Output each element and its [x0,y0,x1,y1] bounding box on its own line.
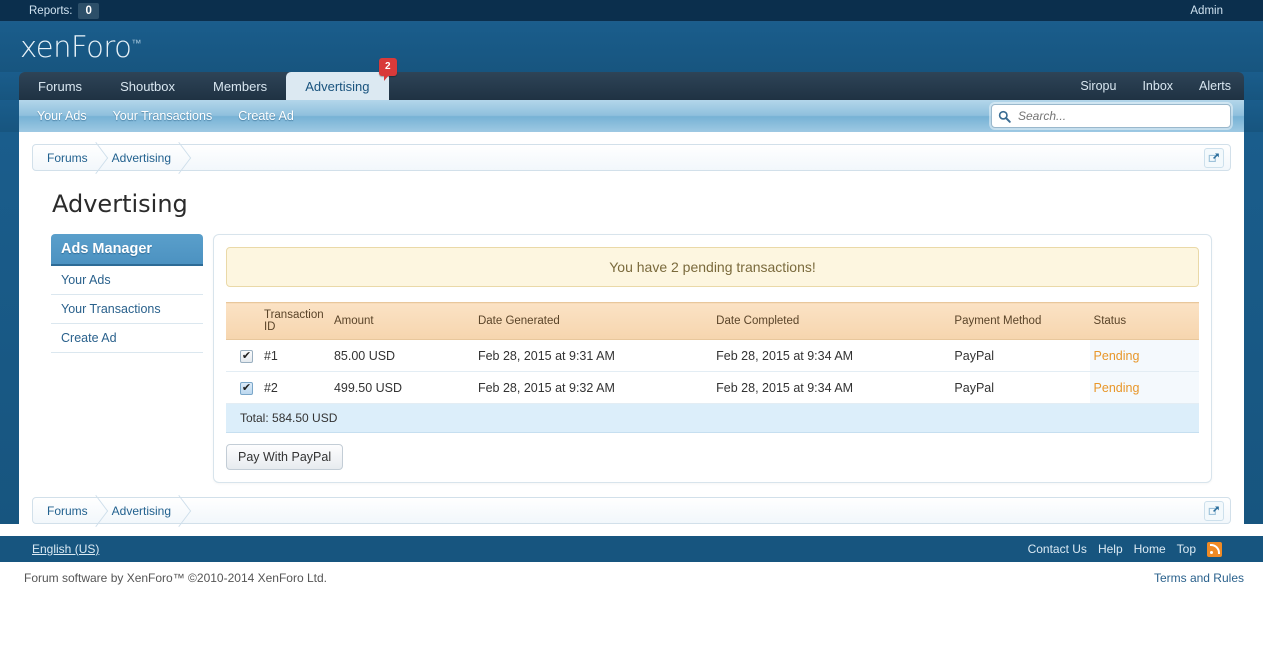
sidebar: Ads Manager Your Ads Your Transactions C… [51,234,203,353]
sidebar-item-create-ad[interactable]: Create Ad [51,324,203,353]
main-row: Ads Manager Your Ads Your Transactions C… [32,234,1231,483]
th-status: Status [1089,302,1199,340]
nav-tab-label: Shoutbox [120,78,175,94]
cell-date-completed: Feb 28, 2015 at 9:34 AM [712,371,951,404]
nav-tab-shoutbox[interactable]: Shoutbox [101,72,194,100]
table-total-row: Total: 584.50 USD [226,403,1199,433]
sidebar-heading: Ads Manager [51,234,203,266]
table-row: ✔ #2 499.50 USD Feb 28, 2015 at 9:32 AM … [226,371,1199,404]
nav-tab-siropu[interactable]: Siropu [1067,72,1129,100]
admin-link[interactable]: Admin [1190,5,1245,17]
cell-date-completed: Feb 28, 2015 at 9:34 AM [712,339,951,372]
cell-transaction-id: #1 [259,339,330,372]
cell-date-generated: Feb 28, 2015 at 9:31 AM [473,339,713,372]
sub-nav: Your Ads Your Transactions Create Ad [19,100,1244,132]
table-body: ✔ #1 85.00 USD Feb 28, 2015 at 9:31 AM F… [226,339,1199,433]
rss-icon[interactable] [1207,541,1222,557]
footer-link-help[interactable]: Help [1098,542,1123,556]
footer-bar: English (US) Contact Us Help Home Top [0,536,1263,562]
sub-nav-wrapper: Your Ads Your Transactions Create Ad [0,100,1263,132]
subnav-item-your-transactions[interactable]: Your Transactions [113,109,213,123]
nav-tab-label: Members [213,78,268,94]
sidebar-item-your-ads[interactable]: Your Ads [51,266,203,295]
th-transaction-id: Transaction ID [259,302,330,340]
row-select-cell[interactable]: ✔ [226,371,260,404]
footer-link-home[interactable]: Home [1134,542,1166,556]
page-title: Advertising [52,190,188,218]
nav-tab-label: Forums [38,78,83,94]
th-payment-method: Payment Method [950,302,1090,340]
cell-status: Pending [1089,371,1199,404]
footer-link-contact-us[interactable]: Contact Us [1028,542,1087,556]
external-link-icon [1208,506,1219,515]
sidebar-item-your-transactions[interactable]: Your Transactions [51,295,203,324]
external-link-icon [1208,153,1219,162]
nav-tab-alerts[interactable]: Alerts [1186,72,1244,100]
row-checkbox[interactable]: ✔ [240,350,253,363]
page-content: Forums Advertising Advertising Ads Manag… [19,132,1244,524]
breadcrumb-bottom: Forums Advertising [32,497,1231,524]
nav-tab-label: Alerts [1199,79,1231,93]
cell-date-generated: Feb 28, 2015 at 9:32 AM [473,371,713,404]
nav-tab-members[interactable]: Members [194,72,286,100]
jump-to-content-icon[interactable] [1204,501,1224,521]
table-head: Transaction ID Amount Date Generated Dat… [226,302,1199,340]
th-amount: Amount [329,302,474,340]
th-date-generated: Date Generated [473,302,713,340]
nav-tab-advertising[interactable]: Advertising 2 [286,58,397,100]
advertising-count-badge: 2 [378,58,397,81]
cell-status: Pending [1089,339,1199,372]
reports-count-badge: 0 [78,2,99,19]
footer-link-top[interactable]: Top [1177,542,1196,556]
logo-trademark: ™ [131,38,141,50]
language-chooser[interactable]: English (US) [19,542,99,556]
terms-and-rules-link[interactable]: Terms and Rules [1154,571,1244,585]
logo-text: xenForo [20,30,132,64]
jump-to-content-icon[interactable] [1204,148,1224,168]
cell-transaction-id: #2 [259,371,330,404]
nav-tab-forums[interactable]: Forums [19,72,101,100]
row-checkbox[interactable]: ✔ [240,382,253,395]
search-box[interactable] [991,104,1231,128]
nav-tab-inbox[interactable]: Inbox [1129,72,1186,100]
copyright-row: Forum software by XenForo™ ©2010-2014 Xe… [0,562,1263,585]
cell-payment-method: PayPal [950,371,1090,404]
breadcrumb-item-forums[interactable]: Forums [33,145,96,170]
search-input[interactable] [1016,108,1224,124]
footer-links: Contact Us Help Home Top [1028,541,1244,557]
pay-with-paypal-button[interactable]: Pay With PayPal [226,444,344,470]
cell-amount: 85.00 USD [329,339,474,372]
reports-label: Reports: [29,4,73,17]
page-background: Forums Advertising Advertising Ads Manag… [0,132,1263,524]
nav-tabs-right: Siropu Inbox Alerts [1067,72,1244,100]
nav-tab-label: Inbox [1142,79,1174,93]
search-icon [998,110,1011,123]
cell-amount: 499.50 USD [329,371,474,404]
row-select-cell[interactable]: ✔ [226,339,260,372]
subnav-item-create-ad[interactable]: Create Ad [238,109,294,123]
copyright-text: Forum software by XenForo™ ©2010-2014 Xe… [24,571,327,585]
cell-payment-method: PayPal [950,339,1090,372]
cell-total: Total: 584.50 USD [226,403,1199,433]
th-date-completed: Date Completed [712,302,951,340]
th-select [226,302,260,340]
transactions-panel: You have 2 pending transactions! Transac… [213,234,1212,483]
nav-tabs-wrapper: Forums Shoutbox Members Advertising 2 Si… [0,58,1263,100]
nav-tabs: Forums Shoutbox Members Advertising 2 Si… [19,58,1244,100]
breadcrumb-item-forums[interactable]: Forums [33,498,96,523]
transactions-table: Transaction ID Amount Date Generated Dat… [226,302,1199,433]
table-row: ✔ #1 85.00 USD Feb 28, 2015 at 9:31 AM F… [226,339,1199,372]
nav-tab-label: Advertising [305,78,370,94]
site-header: xenForo™ [0,22,1263,72]
nav-tab-label: Siropu [1080,79,1117,93]
breadcrumb-top: Forums Advertising [32,144,1231,171]
admin-bar: Reports: 0 Admin [0,0,1263,22]
reports-group[interactable]: Reports: 0 [12,2,99,19]
table-header-row: Transaction ID Amount Date Generated Dat… [226,302,1199,340]
site-logo[interactable]: xenForo™ [20,30,141,64]
pending-transactions-notice: You have 2 pending transactions! [226,247,1199,287]
subnav-item-your-ads[interactable]: Your Ads [37,109,87,123]
